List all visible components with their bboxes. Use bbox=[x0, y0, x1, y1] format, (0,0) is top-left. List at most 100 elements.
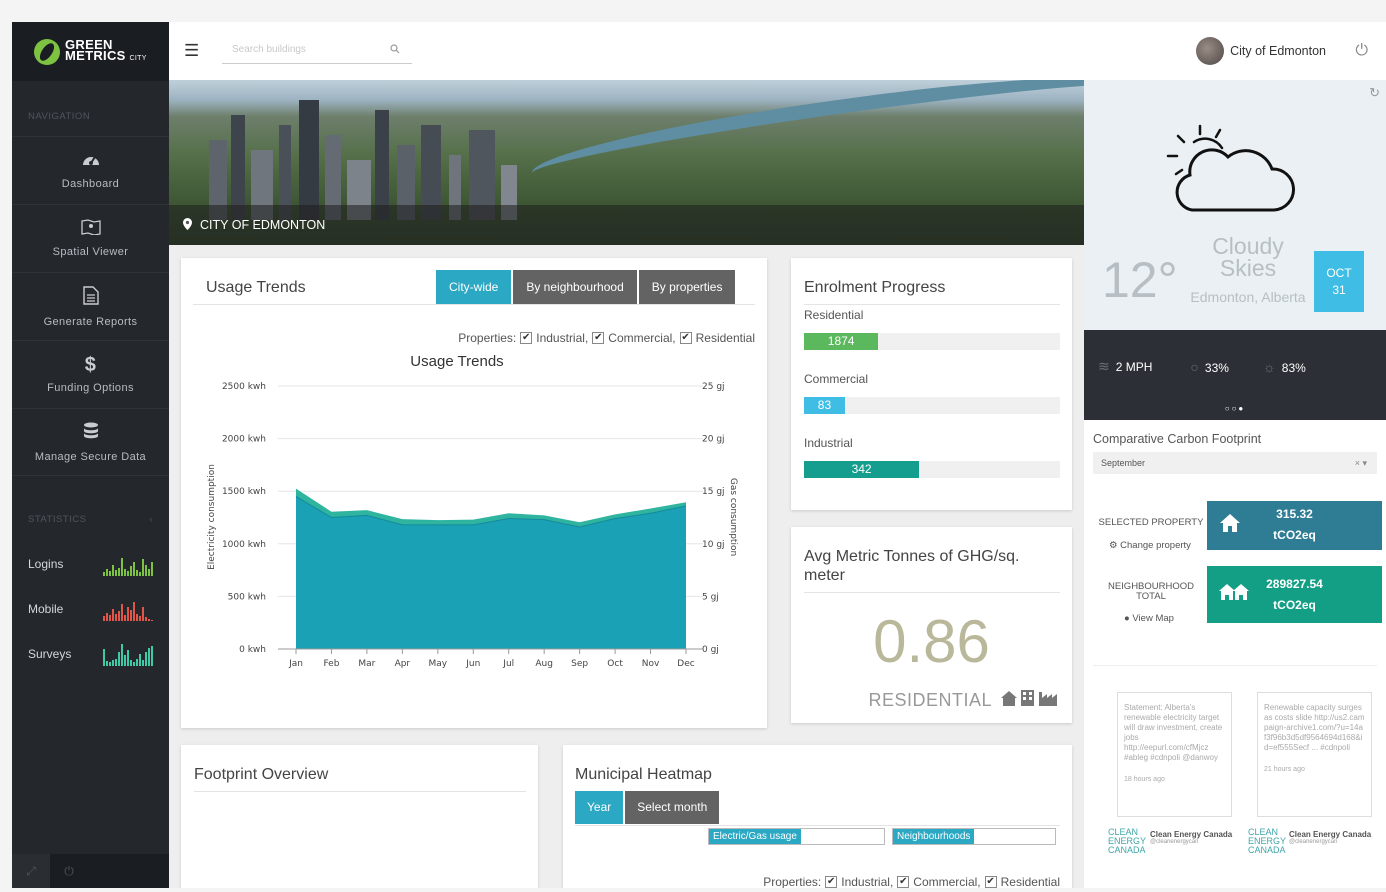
search-icon[interactable] bbox=[390, 44, 400, 57]
heatmap-tabs: Year Select month bbox=[575, 791, 720, 824]
sparkline-bar bbox=[106, 660, 108, 666]
region-type-select[interactable]: Neighbourhoods bbox=[892, 828, 1056, 845]
sparkline-bar bbox=[124, 568, 126, 576]
sparkline-bar bbox=[145, 651, 147, 666]
sparkline-bar bbox=[115, 569, 117, 576]
logout-power-icon[interactable]: ⏻ bbox=[1355, 42, 1368, 60]
nav-item-spatial-viewer[interactable]: Spatial Viewer bbox=[12, 204, 169, 272]
tab-year[interactable]: Year bbox=[575, 791, 624, 824]
sparkline-bar bbox=[151, 561, 153, 576]
x-tick-label: Dec bbox=[677, 659, 694, 669]
neighbourhood-total-box: 289827.54 tCO2eq bbox=[1207, 566, 1382, 623]
stat-row[interactable]: Surveys bbox=[12, 631, 169, 676]
building-type-icons bbox=[1000, 689, 1060, 712]
sparkline-bar bbox=[121, 603, 123, 621]
nav-item-funding-options[interactable]: $ Funding Options bbox=[12, 340, 169, 408]
river-image bbox=[527, 80, 1084, 203]
heatmap-title: Municipal Heatmap bbox=[575, 766, 712, 783]
commercial-checkbox[interactable]: ✔ bbox=[897, 876, 910, 888]
hero-caption: CITY OF EDMONTON bbox=[169, 205, 1084, 245]
refresh-icon[interactable]: ↻ bbox=[1369, 85, 1380, 101]
divider bbox=[193, 304, 755, 305]
properties-label: Properties: bbox=[458, 331, 517, 345]
hero-caption-text: CITY OF EDMONTON bbox=[200, 218, 326, 232]
residential-checkbox[interactable]: ✔ bbox=[984, 876, 997, 888]
filter-label: Commercial, bbox=[913, 875, 981, 888]
tweet-card[interactable]: Renewable capacity surges as costs slide… bbox=[1257, 692, 1372, 817]
tweet-author[interactable]: Clean Energy Canada @cleanenergycan bbox=[1289, 830, 1371, 845]
wind-value: 2 MPH bbox=[1115, 360, 1153, 374]
change-property-text: Change property bbox=[1120, 540, 1191, 551]
logo[interactable]: GREEN METRICS CITY bbox=[12, 22, 169, 81]
leaf-logo-icon bbox=[34, 38, 60, 65]
region-type-value: Neighbourhoods bbox=[893, 829, 975, 844]
nav-item-label: Generate Reports bbox=[43, 315, 138, 328]
sparkline-bar bbox=[121, 643, 123, 666]
tab-city-wide[interactable]: City-wide bbox=[436, 270, 512, 305]
x-tick-label: Jun bbox=[465, 659, 480, 669]
carousel-dots[interactable]: ○○● bbox=[1084, 404, 1386, 413]
sparkline-bar bbox=[118, 651, 120, 666]
stat-label: Mobile bbox=[28, 601, 64, 616]
tab-by-properties[interactable]: By properties bbox=[638, 270, 736, 305]
sun-value: 83% bbox=[1281, 360, 1306, 375]
sparkline-bar bbox=[124, 614, 126, 621]
expand-icon[interactable]: ⤢ bbox=[12, 854, 50, 888]
properties-filter: Properties: ✔ Industrial, ✔ Commercial, … bbox=[763, 875, 1060, 888]
filter-label: Industrial, bbox=[841, 875, 894, 888]
tweet-time: 21 hours ago bbox=[1264, 766, 1305, 773]
tab-select-month[interactable]: Select month bbox=[625, 791, 720, 824]
nav-item-generate-reports[interactable]: Generate Reports bbox=[12, 272, 169, 340]
x-tick-label: Nov bbox=[642, 659, 660, 669]
enrolment-label: Commercial bbox=[804, 372, 869, 386]
stat-label: Surveys bbox=[28, 646, 72, 661]
nav-item-manage-secure-data[interactable]: Manage Secure Data bbox=[12, 408, 169, 476]
temperature: 12° bbox=[1102, 252, 1178, 308]
commercial-checkbox[interactable]: ✔ bbox=[592, 332, 605, 344]
filter-label: Residential bbox=[695, 331, 755, 345]
hamburger-menu-icon[interactable]: ☰ bbox=[184, 41, 204, 61]
stat-row[interactable]: Mobile bbox=[12, 586, 169, 631]
neighbourhood-icon bbox=[1219, 582, 1249, 607]
tweet-author[interactable]: Clean Energy Canada @cleanenergycan bbox=[1150, 830, 1232, 845]
statistics-section[interactable]: STATISTICS ‹ bbox=[12, 514, 169, 525]
power-icon[interactable]: ⏻ bbox=[50, 854, 88, 888]
tweet-card[interactable]: Statement: Alberta's renewable electrici… bbox=[1117, 692, 1232, 817]
user-name: City of Edmonton bbox=[1230, 44, 1326, 58]
municipal-heatmap-card: Municipal Heatmap Year Select month Elec… bbox=[563, 745, 1072, 888]
clear-select-icon[interactable]: × ▾ bbox=[1355, 452, 1367, 474]
energy-type-select[interactable]: Electric/Gas usage bbox=[708, 828, 885, 845]
user-menu[interactable]: City of Edmonton bbox=[1196, 22, 1326, 80]
x-tick-label: May bbox=[429, 659, 448, 669]
divider bbox=[804, 304, 1060, 305]
weather-widget: ↻ 12° Cloudy Skies Edmonton, Alberta OCT… bbox=[1084, 80, 1386, 330]
weather-condition: Cloudy Skies bbox=[1212, 233, 1284, 281]
residential-checkbox[interactable]: ✔ bbox=[679, 332, 692, 344]
avg-ghg-title: Avg Metric Tonnes of GHG/sq. meter bbox=[804, 548, 1020, 584]
y-tick-label: 500 kwh bbox=[228, 592, 266, 602]
divider bbox=[804, 592, 1060, 593]
industrial-checkbox[interactable]: ✔ bbox=[520, 332, 533, 344]
nav-item-dashboard[interactable]: Dashboard bbox=[12, 136, 169, 204]
sparkline-bar bbox=[133, 561, 135, 576]
sparkline-bar bbox=[112, 659, 114, 666]
industrial-checkbox[interactable]: ✔ bbox=[825, 876, 838, 888]
stat-row[interactable]: Logins bbox=[12, 541, 169, 586]
month-select[interactable]: September × ▾ bbox=[1093, 452, 1377, 474]
properties-label: Properties: bbox=[763, 875, 822, 888]
tab-by-neighbourhood[interactable]: By neighbourhood bbox=[513, 270, 637, 305]
change-property-link[interactable]: ⚙ Change property bbox=[1109, 540, 1191, 551]
y2-tick-label: 10 gj bbox=[702, 540, 725, 550]
enrolment-label: Industrial bbox=[804, 436, 853, 450]
view-map-text: View Map bbox=[1132, 613, 1174, 624]
search-input[interactable]: Search buildings bbox=[222, 38, 412, 64]
sparkline-bar bbox=[112, 608, 114, 621]
sidebar-footer: ⤢ ⏻ bbox=[12, 854, 169, 888]
sparkline-bar bbox=[130, 565, 132, 576]
nav-item-label: Funding Options bbox=[47, 381, 134, 394]
humidity-stat: ○ 33% bbox=[1190, 359, 1229, 375]
selected-property-box: 315.32 tCO2eq bbox=[1207, 501, 1382, 550]
view-map-link[interactable]: ● View Map bbox=[1124, 613, 1174, 624]
droplet-icon: ○ bbox=[1190, 358, 1199, 375]
date-month: OCT bbox=[1326, 266, 1352, 280]
